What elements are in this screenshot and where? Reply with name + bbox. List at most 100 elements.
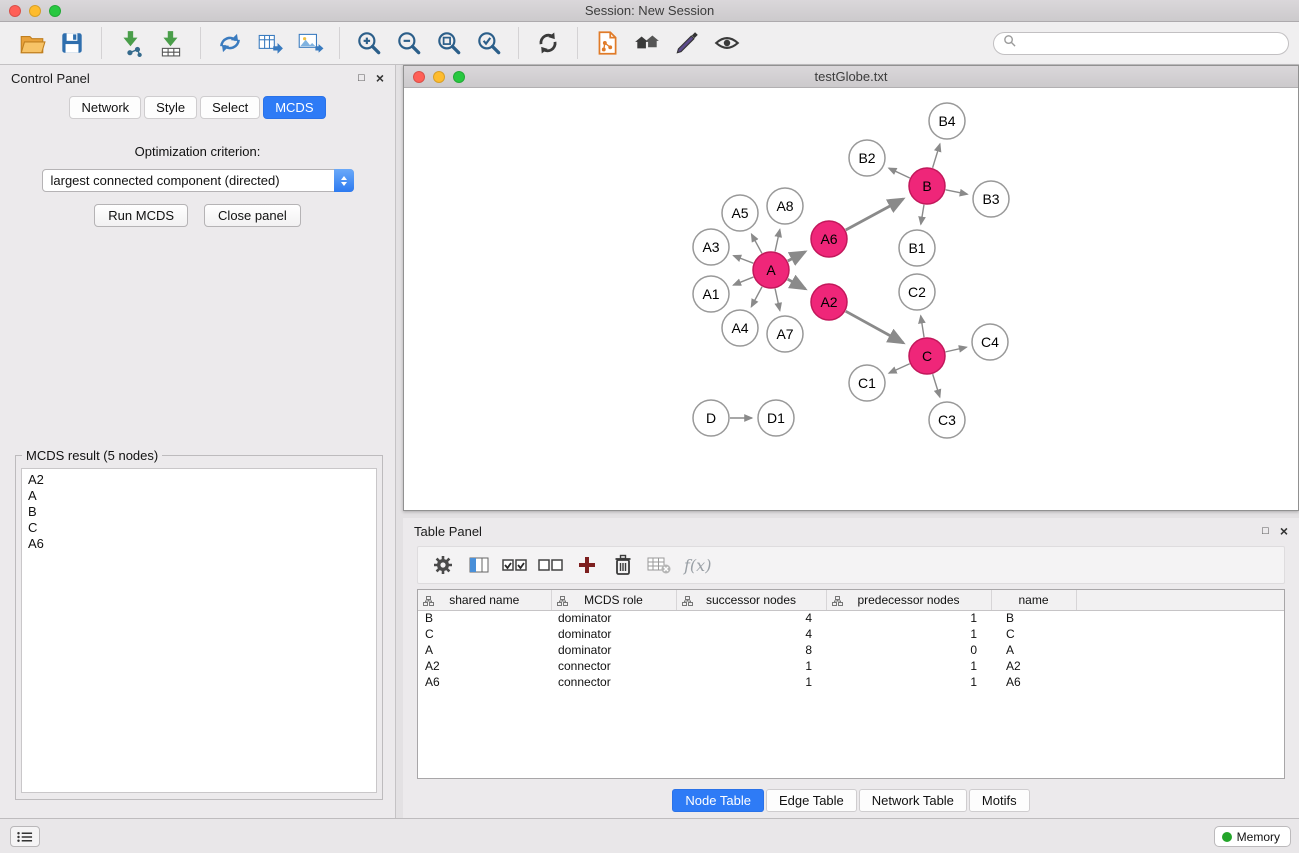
graph-edge-A-A5[interactable]: [752, 234, 762, 253]
graph-edge-A2-C[interactable]: [846, 311, 904, 343]
zoom-fit-icon[interactable]: [431, 25, 467, 61]
search-box[interactable]: [993, 32, 1289, 55]
graph-node-A4[interactable]: A4: [722, 310, 758, 346]
graph-node-B[interactable]: B: [909, 168, 945, 204]
graph-edge-C-C1[interactable]: [889, 364, 910, 373]
zoom-selected-icon[interactable]: [471, 25, 507, 61]
open-session-icon[interactable]: [14, 25, 50, 61]
refresh-layout-icon[interactable]: [530, 25, 566, 61]
network-zoom-button[interactable]: [453, 71, 465, 83]
table-row[interactable]: A6connector11A6: [418, 674, 1284, 690]
column-header-shared-name[interactable]: shared name: [418, 590, 551, 610]
graph-node-D1[interactable]: D1: [758, 400, 794, 436]
graph-node-D[interactable]: D: [693, 400, 729, 436]
zoom-window-button[interactable]: [49, 5, 61, 17]
graph-edge-A-A2[interactable]: [788, 279, 806, 289]
function-builder-label[interactable]: f(x): [680, 556, 711, 575]
graph-edge-B-B2[interactable]: [889, 168, 910, 178]
export-image-icon[interactable]: [292, 25, 328, 61]
column-header-predecessor-nodes[interactable]: predecessor nodes: [826, 590, 991, 610]
column-header-name[interactable]: name: [991, 590, 1076, 610]
add-row-icon[interactable]: [572, 550, 602, 580]
graph-node-B2[interactable]: B2: [849, 140, 885, 176]
export-network-icon[interactable]: [212, 25, 248, 61]
tab-style[interactable]: Style: [144, 96, 197, 119]
graph-node-C4[interactable]: C4: [972, 324, 1008, 360]
graph-node-A2[interactable]: A2: [811, 284, 847, 320]
table-row[interactable]: Adominator80A: [418, 642, 1284, 658]
table-row[interactable]: Bdominator41B: [418, 610, 1284, 626]
minimize-window-button[interactable]: [29, 5, 41, 17]
network-document-icon[interactable]: [589, 25, 625, 61]
optimization-criterion-dropdown[interactable]: largest connected component (directed): [42, 169, 354, 192]
network-minimize-button[interactable]: [433, 71, 445, 83]
first-neighbors-icon[interactable]: [629, 25, 665, 61]
graph-edge-C-C2[interactable]: [921, 316, 924, 337]
import-table-icon[interactable]: [153, 25, 189, 61]
graph-edge-A-A7[interactable]: [775, 289, 780, 311]
graph-edge-C-C3[interactable]: [933, 374, 940, 397]
tab-network[interactable]: Network: [69, 96, 141, 119]
run-mcds-button[interactable]: Run MCDS: [94, 204, 188, 227]
tab-select[interactable]: Select: [200, 96, 260, 119]
insert-column-icon[interactable]: [464, 550, 494, 580]
float-panel-icon[interactable]: □: [1262, 526, 1269, 537]
graph-node-C1[interactable]: C1: [849, 365, 885, 401]
import-network-icon[interactable]: [113, 25, 149, 61]
zoom-out-icon[interactable]: [391, 25, 427, 61]
deselect-all-icon[interactable]: [536, 550, 566, 580]
task-history-icon[interactable]: [10, 826, 40, 847]
close-panel-button[interactable]: Close panel: [204, 204, 301, 227]
graph-node-A3[interactable]: A3: [693, 229, 729, 265]
memory-button[interactable]: Memory: [1214, 826, 1291, 847]
graph-edge-A-A6[interactable]: [788, 252, 805, 261]
graph-edge-B-B3[interactable]: [946, 190, 968, 194]
close-window-button[interactable]: [9, 5, 21, 17]
style-brush-icon[interactable]: [669, 25, 705, 61]
delete-table-icon[interactable]: [644, 550, 674, 580]
select-all-icon[interactable]: [500, 550, 530, 580]
graph-edge-A-A1[interactable]: [733, 277, 753, 285]
tab-mcds[interactable]: MCDS: [263, 96, 325, 119]
search-input[interactable]: [1022, 36, 1279, 50]
column-header-successor-nodes[interactable]: successor nodes: [676, 590, 826, 610]
graph-node-A8[interactable]: A8: [767, 188, 803, 224]
graph-node-A1[interactable]: A1: [693, 276, 729, 312]
network-close-button[interactable]: [413, 71, 425, 83]
network-canvas[interactable]: B4 B2 B B3 A5A8A6 B1 A3 A C2 A1 A2 A4A7 C4 C C1 C3 D D1: [404, 89, 1298, 510]
graph-node-C[interactable]: C: [909, 338, 945, 374]
table-row[interactable]: A2connector11A2: [418, 658, 1284, 674]
graph-edge-A-A4[interactable]: [751, 287, 762, 307]
graph-node-C3[interactable]: C3: [929, 402, 965, 438]
network-window-titlebar[interactable]: testGlobe.txt: [404, 66, 1298, 88]
gear-icon[interactable]: [428, 550, 458, 580]
graph-node-A7[interactable]: A7: [767, 316, 803, 352]
close-panel-icon[interactable]: ×: [1280, 524, 1288, 538]
show-hide-icon[interactable]: [709, 25, 745, 61]
dropdown-stepper-icon[interactable]: [334, 169, 354, 192]
graph-node-A6[interactable]: A6: [811, 221, 847, 257]
graph-edge-A-A8[interactable]: [775, 230, 780, 252]
tab-motifs[interactable]: Motifs: [969, 789, 1030, 812]
network-graph[interactable]: B4 B2 B B3 A5A8A6 B1 A3 A C2 A1 A2 A4A7 C4 C C1 C3 D D1: [404, 89, 1298, 510]
graph-node-A[interactable]: A: [753, 252, 789, 288]
graph-edge-B-B1[interactable]: [921, 205, 924, 224]
titlebar[interactable]: Session: New Session: [0, 0, 1299, 22]
float-panel-icon[interactable]: □: [358, 73, 365, 84]
tab-network-table[interactable]: Network Table: [859, 789, 967, 812]
close-panel-icon[interactable]: ×: [376, 71, 384, 85]
tab-node-table[interactable]: Node Table: [672, 789, 764, 812]
zoom-in-icon[interactable]: [351, 25, 387, 61]
column-header-mcds-role[interactable]: MCDS role: [551, 590, 676, 610]
graph-edge-C-C4[interactable]: [946, 347, 967, 352]
export-table-icon[interactable]: [252, 25, 288, 61]
mcds-result-list[interactable]: A2 A B C A6: [21, 468, 377, 793]
save-session-icon[interactable]: [54, 25, 90, 61]
table-row[interactable]: Cdominator41C: [418, 626, 1284, 642]
graph-node-B4[interactable]: B4: [929, 103, 965, 139]
graph-node-A5[interactable]: A5: [722, 195, 758, 231]
graph-node-B3[interactable]: B3: [973, 181, 1009, 217]
graph-node-B1[interactable]: B1: [899, 230, 935, 266]
graph-node-C2[interactable]: C2: [899, 274, 935, 310]
graph-edge-A6-B[interactable]: [846, 199, 903, 230]
